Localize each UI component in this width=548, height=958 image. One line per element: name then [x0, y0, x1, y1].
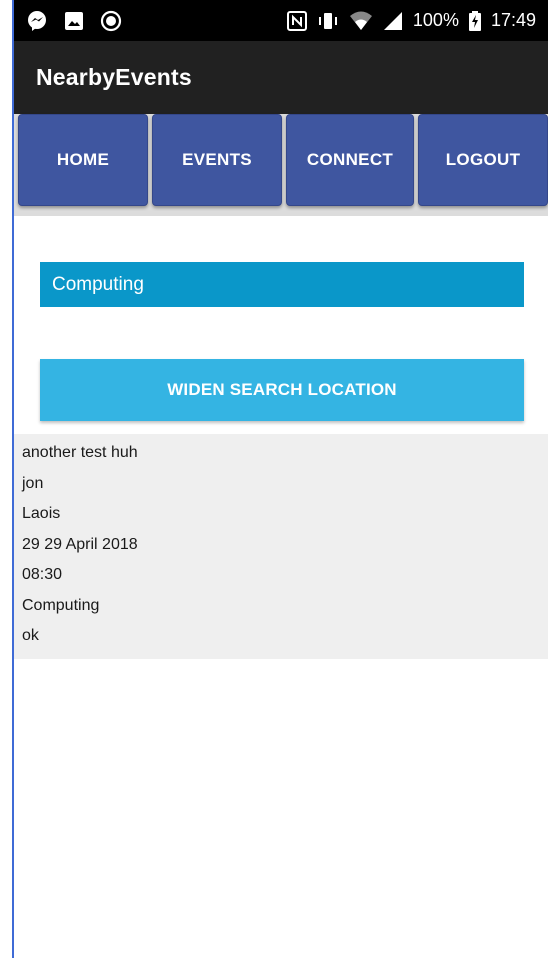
status-right-icons: 100% 17:49 — [286, 10, 548, 31]
vibrate-icon — [317, 11, 339, 31]
status-left-icons — [26, 10, 122, 32]
app-title: NearbyEvents — [36, 64, 192, 90]
event-time: 08:30 — [22, 566, 63, 583]
status-bar: 100% 17:49 — [14, 0, 548, 41]
signal-icon — [383, 11, 403, 31]
app-bar: NearbyEvents — [14, 41, 548, 114]
image-icon — [64, 11, 84, 31]
event-description: ok — [22, 627, 39, 644]
event-title: another test huh — [22, 444, 138, 461]
record-icon — [100, 10, 122, 32]
wifi-icon — [349, 11, 373, 31]
event-date: 29 29 April 2018 — [22, 535, 138, 553]
home-button[interactable]: HOME — [18, 114, 148, 206]
nfc-icon — [286, 10, 307, 31]
event-location: Laois — [22, 505, 61, 522]
event-card[interactable]: another test huh jon Laois 29 29 April 2… — [14, 434, 548, 659]
messenger-icon — [26, 10, 48, 32]
event-category: Computing — [22, 596, 100, 614]
events-button[interactable]: EVENTS — [152, 114, 282, 206]
widen-search-location-button[interactable]: WIDEN SEARCH LOCATION — [40, 359, 524, 421]
event-organizer: jon — [22, 474, 44, 492]
category-value: Computing — [52, 273, 144, 295]
status-time: 17:49 — [490, 10, 536, 30]
category-selector[interactable]: Computing — [40, 262, 524, 307]
logout-button[interactable]: LOGOUT — [418, 114, 548, 206]
battery-text: 100% — [412, 10, 459, 30]
nav-bar: HOME EVENTS CONNECT LOGOUT — [14, 114, 548, 216]
battery-charging-icon — [468, 10, 481, 31]
connect-button[interactable]: CONNECT — [286, 114, 414, 206]
phone-screen: 100% 17:49 NearbyEvents HOME EVENTS CONN… — [14, 0, 548, 958]
